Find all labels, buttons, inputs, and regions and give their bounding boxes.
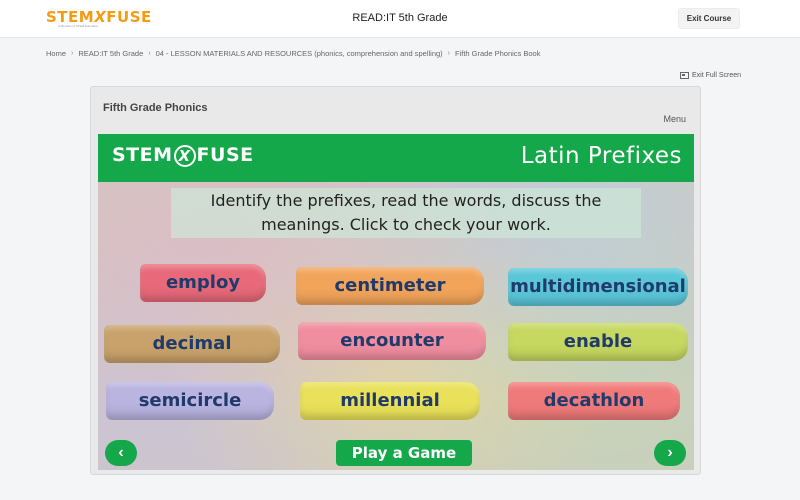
card-title: Fifth Grade Phonics [103, 102, 208, 114]
slide-title: Latin Prefixes [520, 143, 682, 169]
exit-course-button[interactable]: Exit Course [678, 8, 740, 29]
lesson-card: Fifth Grade Phonics Menu STEM X FUSE Latin… [90, 86, 701, 475]
chevron-right-icon: › [148, 50, 151, 57]
menu-button[interactable]: Menu [663, 114, 686, 124]
play-game-button[interactable]: Play a Game [336, 440, 472, 466]
slide-header: STEM X FUSE Latin Prefixes [98, 134, 694, 182]
word-chalk-decimal[interactable]: decimal [104, 325, 280, 363]
top-bar: STEMXFUSE A Member of STEM Education REA… [0, 0, 800, 38]
logo-tagline: A Member of STEM Education [58, 24, 99, 28]
exit-fullscreen-link[interactable]: Exit Full Screen [680, 72, 741, 79]
fullscreen-icon [680, 72, 689, 79]
instructions-line: meanings. Click to check your work. [261, 215, 551, 234]
breadcrumb: Home › READ:IT 5th Grade › 04 - LESSON M… [46, 49, 540, 58]
slide-logo: STEM X FUSE [112, 144, 254, 167]
chevron-right-icon: › [667, 444, 673, 461]
word-chalk-millennial[interactable]: millennial [300, 382, 480, 420]
exit-fullscreen-label: Exit Full Screen [692, 72, 742, 79]
instructions-line: Identify the prefixes, read the words, d… [210, 191, 602, 210]
breadcrumb-course[interactable]: READ:IT 5th Grade [78, 49, 143, 58]
chevron-left-icon: ‹ [118, 444, 124, 461]
word-chalk-centimeter[interactable]: centimeter [296, 267, 484, 305]
word-chalk-multidimensional[interactable]: multidimensional [508, 268, 688, 306]
word-chalk-employ[interactable]: employ [140, 264, 266, 302]
breadcrumb-current: Fifth Grade Phonics Book [455, 49, 541, 58]
next-slide-button[interactable]: › [654, 440, 686, 466]
chevron-right-icon: › [447, 50, 450, 57]
prev-slide-button[interactable]: ‹ [105, 440, 137, 466]
word-chalk-semicircle[interactable]: semicircle [106, 382, 274, 420]
chevron-right-icon: › [71, 50, 74, 57]
breadcrumb-section[interactable]: 04 - LESSON MATERIALS AND RESOURCES (pho… [156, 49, 443, 58]
word-chalk-enable[interactable]: enable [508, 323, 688, 361]
slide-area: STEM X FUSE Latin Prefixes Identify the pr… [98, 134, 694, 470]
instructions-box: Identify the prefixes, read the words, d… [171, 188, 641, 238]
word-chalk-decathlon[interactable]: decathlon [508, 382, 680, 420]
breadcrumb-home[interactable]: Home [46, 49, 66, 58]
word-chalk-encounter[interactable]: encounter [298, 322, 486, 360]
